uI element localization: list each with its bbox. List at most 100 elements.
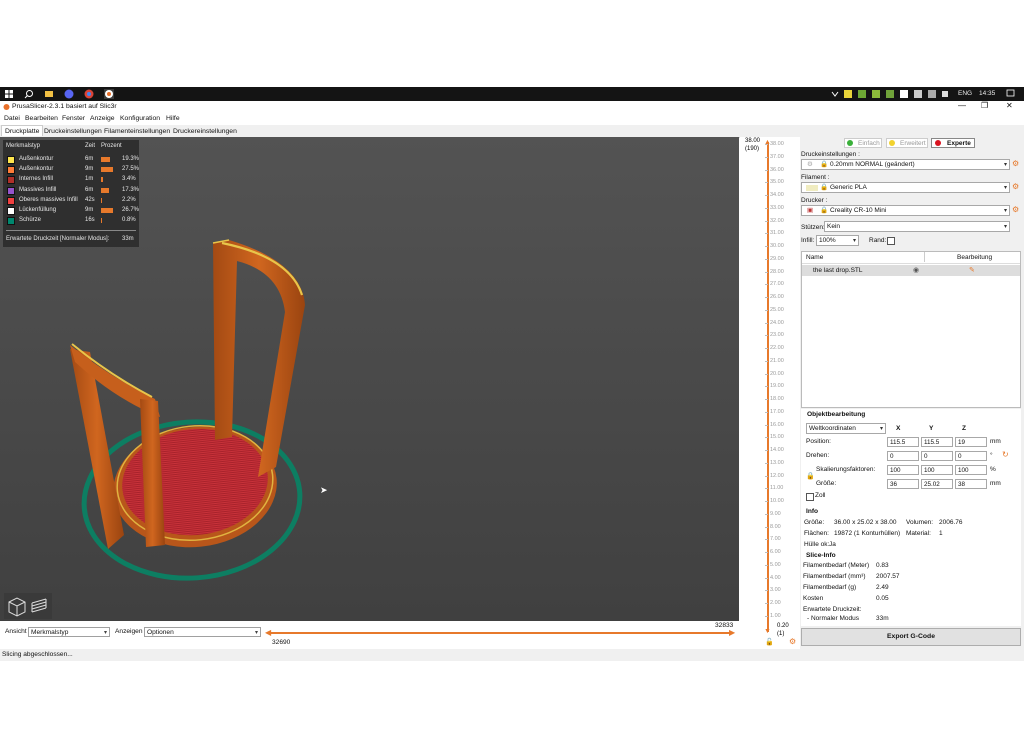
vslider-tick-label: 7.00: [765, 536, 796, 542]
prusaslicer-taskbar-icon[interactable]: [104, 89, 114, 99]
tray-clock[interactable]: 14:35: [979, 89, 995, 99]
hslider-left-thumb[interactable]: ◀: [265, 628, 271, 637]
eye-icon[interactable]: ◉: [913, 266, 919, 274]
advanced-dot-icon: [889, 140, 895, 146]
vslider-tick-label: 27.00: [765, 281, 796, 287]
vertical-layer-slider[interactable]: 38.00 (190) ▲ ▼ 38.00 37.00 36.00 35.00 34.0…: [740, 137, 800, 649]
lock-scale-icon[interactable]: 🔒: [806, 472, 815, 480]
scale-y-input[interactable]: 100: [921, 465, 953, 475]
size-z-input[interactable]: 38: [955, 479, 987, 489]
info-material-label: Material:: [906, 530, 931, 537]
rotate-y-input[interactable]: 0: [921, 451, 953, 461]
mode-simple-button[interactable]: Einfach: [844, 138, 882, 148]
show-options-value: Optionen: [147, 629, 174, 636]
size-x-input[interactable]: 36: [887, 479, 919, 489]
filament-select[interactable]: 🔒 Generic PLA ▾: [801, 182, 1010, 193]
view-label: Ansicht: [5, 628, 27, 635]
tab-druckereinstellungen[interactable]: Druckereinstellungen: [170, 126, 240, 136]
vslider-tick-label: 19.00: [765, 383, 796, 389]
vslider-top-layer: (190): [745, 146, 760, 152]
view-type-select[interactable]: Merkmalstyp ▾: [28, 627, 110, 637]
chrome-icon[interactable]: [84, 89, 94, 99]
printer-gear-icon[interactable]: ⚙: [1012, 205, 1019, 214]
show-options-select[interactable]: Optionen ▾: [144, 627, 261, 637]
maximize-button[interactable]: ❐: [981, 101, 988, 110]
layer-view-button[interactable]: [29, 595, 50, 617]
printer-select[interactable]: ▣ 🔒 Creality CR-10 Mini ▾: [801, 205, 1010, 216]
rotate-z-input[interactable]: 0: [955, 451, 987, 461]
print-settings-select[interactable]: ⚙ 🔒 0.20mm NORMAL (geändert) ▾: [801, 159, 1010, 170]
info-volume-value: 2006.76: [939, 519, 963, 526]
3d-view-button[interactable]: [6, 595, 27, 617]
file-explorer-icon[interactable]: [44, 89, 54, 99]
axis-z-label: Z: [962, 425, 967, 432]
object-list-col-name: Name: [806, 254, 824, 261]
horizontal-slider-track[interactable]: [270, 632, 732, 634]
lock-icon[interactable]: 🔓: [765, 638, 774, 646]
filament-value: Generic PLA: [830, 184, 867, 191]
vslider-tick-label: 21.00: [765, 358, 796, 364]
legend-percent-bar: [101, 197, 102, 203]
mode-expert-button[interactable]: Experte: [931, 138, 975, 148]
infill-label: Infill:: [801, 237, 815, 244]
size-y-input[interactable]: 25.02: [921, 479, 953, 489]
vslider-tick-label: 30.00: [765, 243, 796, 249]
position-z-input[interactable]: 19: [955, 437, 987, 447]
rotate-x-input[interactable]: 0: [887, 451, 919, 461]
vslider-bottom-thumb[interactable]: ▼: [764, 628, 771, 635]
menu-anzeige[interactable]: Anzeige: [90, 115, 115, 122]
support-select[interactable]: Kein ▾: [824, 221, 1010, 232]
discord-icon[interactable]: [64, 89, 74, 99]
app-icon: [3, 103, 10, 113]
mouse-cursor: ➤: [320, 485, 328, 495]
tray-language[interactable]: ENG: [958, 89, 972, 99]
filament-color-swatch: [806, 185, 818, 191]
object-row[interactable]: the last drop.STL ◉ ✎: [802, 265, 1020, 276]
search-icon[interactable]: [24, 89, 34, 99]
vslider-tick-label: 23.00: [765, 332, 796, 338]
tab-druckeinstellungen[interactable]: Druckeinstellungen: [41, 126, 105, 136]
position-x-input[interactable]: 115.5: [887, 437, 919, 447]
menu-bearbeiten[interactable]: Bearbeiten: [25, 115, 58, 122]
hslider-right-thumb[interactable]: ▶: [729, 628, 735, 637]
edit-icon[interactable]: ✎: [969, 266, 975, 274]
position-unit: mm: [990, 438, 1001, 445]
filament-weight-value: 2.49: [876, 584, 889, 591]
brim-checkbox[interactable]: [887, 237, 895, 245]
vslider-tick-label: 25.00: [765, 307, 796, 313]
printer-value: Creality CR-10 Mini: [830, 207, 887, 214]
reset-rotation-icon[interactable]: ↻: [1002, 450, 1009, 459]
tab-druckplatte[interactable]: Druckplatte: [1, 125, 44, 136]
axis-y-label: Y: [929, 425, 934, 432]
infill-select[interactable]: 100% ▾: [816, 235, 859, 246]
minimize-button[interactable]: —: [958, 101, 966, 110]
scale-z-input[interactable]: 100: [955, 465, 987, 475]
close-button[interactable]: ✕: [1006, 101, 1013, 110]
inch-checkbox[interactable]: [806, 493, 814, 501]
chevron-down-icon: ▾: [103, 630, 107, 636]
tab-filamenteinstellungen[interactable]: Filamenteinstellungen: [101, 126, 173, 136]
export-gcode-button[interactable]: Export G-Code: [801, 628, 1021, 646]
printer-label: Drucker :: [801, 197, 828, 204]
scale-label: Skalierungsfaktoren:: [816, 466, 876, 473]
legend-color-swatch: [7, 166, 15, 175]
windows-start-icon[interactable]: [4, 89, 14, 99]
legend-color-swatch: [7, 217, 15, 226]
gear-icon[interactable]: ⚙: [789, 637, 796, 646]
filament-gear-icon[interactable]: ⚙: [1012, 182, 1019, 191]
legend-feature-time: 9m: [85, 207, 94, 213]
info-facets-value: 19872 (1 Konturhüllen): [834, 530, 901, 537]
coordinate-system-select[interactable]: Weltkoordinaten ▾: [806, 423, 886, 434]
menu-fenster[interactable]: Fenster: [62, 115, 85, 122]
object-list[interactable]: Name Bearbeitung the last drop.STL ◉ ✎: [801, 251, 1021, 408]
menu-hilfe[interactable]: Hilfe: [166, 115, 180, 122]
print-settings-gear-icon[interactable]: ⚙: [1012, 159, 1019, 168]
chevron-down-icon: ▾: [1003, 185, 1007, 191]
mode-advanced-button[interactable]: Erweitert: [886, 138, 928, 148]
vslider-tick-label: 38.00: [765, 141, 796, 147]
menu-datei[interactable]: Datei: [4, 115, 20, 122]
vslider-tick-label: 4.00: [765, 575, 796, 581]
menu-konfiguration[interactable]: Konfiguration: [120, 115, 160, 122]
position-y-input[interactable]: 115.5: [921, 437, 953, 447]
scale-x-input[interactable]: 100: [887, 465, 919, 475]
